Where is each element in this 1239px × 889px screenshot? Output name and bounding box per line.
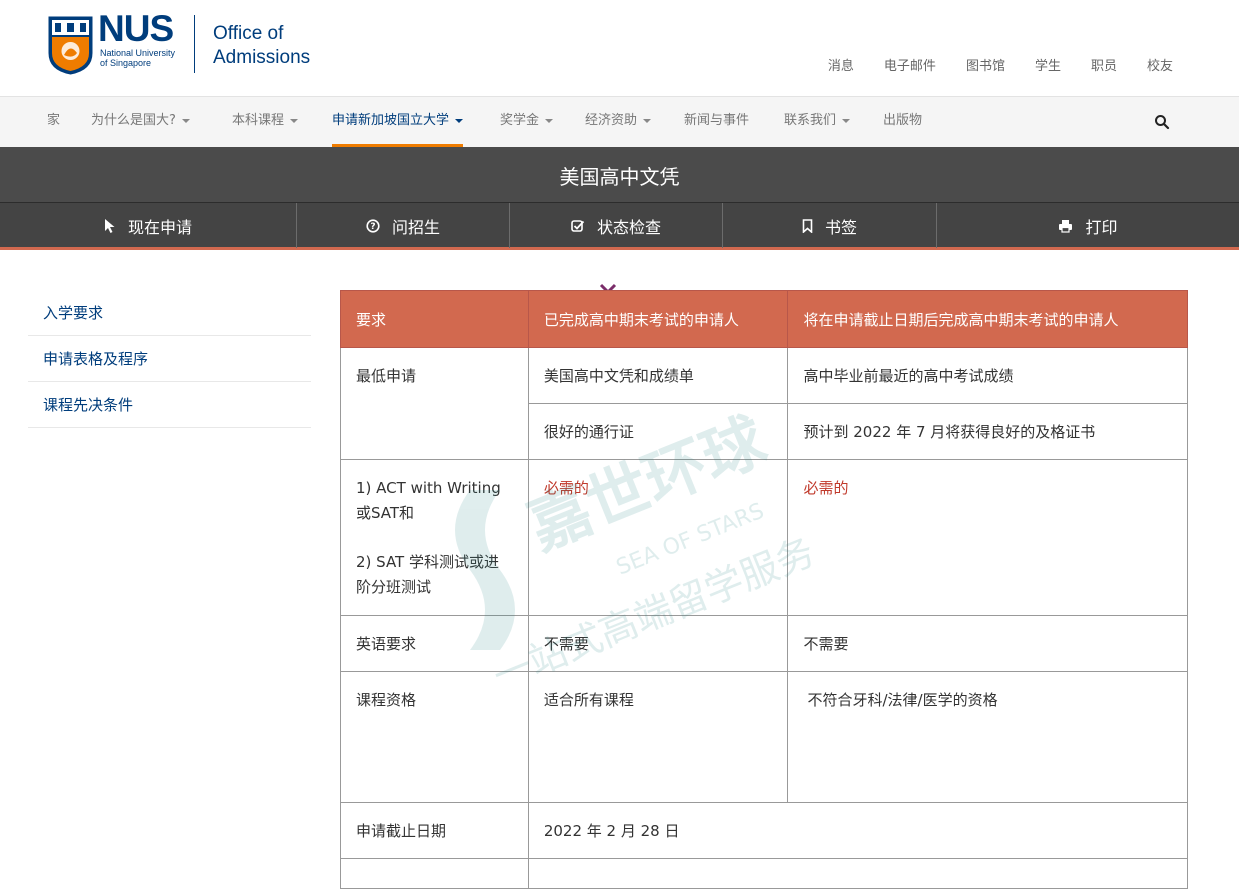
sidebar-nav: 入学要求 申请表格及程序 课程先决条件 — [28, 290, 311, 428]
nav-item-apply[interactable]: 申请新加坡国立大学 — [332, 97, 464, 147]
nav-item-label: 经济资助 — [585, 113, 638, 128]
print-icon — [1059, 219, 1073, 233]
utility-link-news[interactable]: 消息 — [828, 55, 854, 74]
required-value: 必需的 — [787, 459, 1188, 616]
nus-logo-subtitle: National University of Singapore — [100, 48, 175, 68]
main-nav: 家 为什么是国大? 本科课程 申请新加坡国立大学 奖学金 经济资助 新闻与事件 … — [0, 96, 1239, 147]
checkbox-icon — [571, 219, 585, 232]
apply-now-label: 现在申请 — [127, 217, 192, 237]
utility-link-alumni[interactable]: 校友 — [1147, 55, 1173, 74]
status-check-label: 状态检查 — [596, 217, 661, 237]
utility-link-students[interactable]: 学生 — [1035, 55, 1061, 74]
status-check-button[interactable]: 状态检查 — [510, 203, 723, 248]
print-label: 打印 — [1085, 217, 1118, 237]
bookmark-button[interactable]: 书签 — [723, 203, 937, 248]
row-label-english: 英语要求 — [340, 615, 529, 672]
nus-crest-logo[interactable] — [47, 15, 94, 75]
table-cell — [527, 858, 1189, 889]
table-cell: 预计到 2022 年 7 月将获得良好的及格证书 — [787, 403, 1188, 460]
nav-item-home[interactable]: 家 — [47, 97, 60, 147]
nav-item-label: 新闻与事件 — [684, 113, 750, 128]
utility-nav: 消息 电子邮件 图书馆 学生 职员 校友 — [798, 55, 1173, 74]
table-cell — [340, 858, 529, 889]
table-row: 课程资格 适合所有课程 不符合牙科/法律/医学的资格 — [340, 671, 1188, 803]
bookmark-icon — [802, 218, 813, 233]
nav-item-label: 家 — [47, 113, 61, 128]
test-label-line2: 2) SAT 学科测试或进阶分班测试 — [356, 553, 499, 596]
nav-item-label: 奖学金 — [500, 113, 540, 128]
deadline-value: 2022 年 2 月 28 日 — [527, 802, 1189, 859]
nav-item-scholarships[interactable]: 奖学金 — [500, 97, 554, 147]
site-header: NUS National University of Singapore Off… — [0, 0, 1239, 96]
ask-admissions-label: 问招生 — [391, 217, 440, 237]
caret-down-icon — [842, 118, 851, 123]
table-cell: 不符合牙科/法律/医学的资格 — [787, 671, 1188, 803]
sidebar-item-entry-requirements[interactable]: 入学要求 — [28, 290, 311, 336]
action-bar: 现在申请 ? 问招生 状态检查 书签 打印 — [0, 202, 1239, 250]
nav-item-contact[interactable]: 联系我们 — [784, 97, 851, 147]
table-row: 申请截止日期 2022 年 2 月 28 日 — [340, 802, 1189, 859]
table-cell: 美国高中文凭和成绩单 — [527, 347, 789, 404]
table-header-requirement: 要求 — [340, 290, 529, 348]
nus-logo-text[interactable]: NUS — [98, 9, 174, 49]
apply-now-button[interactable]: 现在申请 — [0, 203, 297, 248]
search-icon[interactable] — [1154, 114, 1170, 130]
nav-item-programmes[interactable]: 本科课程 — [232, 97, 299, 147]
office-of-admissions[interactable]: Office of Admissions — [213, 22, 310, 70]
sidebar-item-prerequisites[interactable]: 课程先决条件 — [28, 382, 311, 428]
table-cell: 不需要 — [787, 615, 1188, 672]
caret-down-icon — [181, 118, 190, 123]
sidebar-item-application-forms[interactable]: 申请表格及程序 — [28, 336, 311, 382]
office-line2: Admissions — [213, 47, 311, 68]
nav-item-label: 出版物 — [883, 113, 923, 128]
row-label-tests: 1) ACT with Writing或SAT和 2) SAT 学科测试或进阶分… — [340, 459, 529, 616]
office-line1: Office of — [213, 23, 284, 44]
svg-text:?: ? — [370, 222, 375, 232]
ask-admissions-button[interactable]: ? 问招生 — [297, 203, 510, 248]
logo-subtitle-line2: of Singapore — [100, 58, 152, 68]
question-icon: ? — [366, 218, 380, 233]
table-header-row: 要求 已完成高中期末考试的申请人 将在申请截止日期后完成高中期末考试的申请人 — [340, 290, 1188, 348]
table-row: 最低申请 美国高中文凭和成绩单 高中毕业前最近的高中考试成绩 — [340, 347, 1188, 460]
page-title: 美国高中文凭 — [0, 147, 1239, 202]
nav-item-why-nus[interactable]: 为什么是国大? — [91, 97, 190, 147]
nav-item-label: 联系我们 — [784, 113, 837, 128]
table-cell: 高中毕业前最近的高中考试成绩 — [787, 347, 1188, 404]
utility-link-email[interactable]: 电子邮件 — [884, 55, 936, 74]
nav-item-financial-aid[interactable]: 经济资助 — [585, 97, 652, 147]
row-label-deadline: 申请截止日期 — [340, 802, 529, 859]
nav-item-news-events[interactable]: 新闻与事件 — [684, 97, 749, 147]
table-cell: 很好的通行证 — [527, 403, 789, 460]
table-header-completed: 已完成高中期末考试的申请人 — [527, 290, 789, 348]
table-row: 1) ACT with Writing或SAT和 2) SAT 学科测试或进阶分… — [340, 459, 1188, 616]
cursor-icon — [104, 218, 115, 233]
required-value: 必需的 — [527, 459, 789, 616]
test-label-line1: 1) ACT with Writing或SAT和 — [356, 479, 501, 522]
caret-down-icon — [290, 118, 299, 123]
nav-item-publications[interactable]: 出版物 — [883, 97, 922, 147]
logo-subtitle-line1: National University — [100, 48, 176, 58]
caret-down-icon — [643, 118, 652, 123]
table-row: 英语要求 不需要 不需要 — [340, 615, 1188, 672]
requirements-table: 要求 已完成高中期末考试的申请人 将在申请截止日期后完成高中期末考试的申请人 最… — [340, 290, 1189, 889]
nav-item-label: 为什么是国大? — [91, 113, 176, 128]
caret-down-icon — [455, 118, 464, 123]
caret-down-icon — [545, 118, 554, 123]
table-header-pending: 将在申请截止日期后完成高中期末考试的申请人 — [787, 290, 1188, 348]
table-cell: 不需要 — [527, 615, 789, 672]
table-row — [340, 858, 1189, 889]
row-label-min-application: 最低申请 — [340, 347, 529, 460]
nav-item-label: 申请新加坡国立大学 — [332, 113, 450, 128]
utility-link-staff[interactable]: 职员 — [1091, 55, 1117, 74]
table-cell: 适合所有课程 — [527, 671, 789, 803]
nav-item-label: 本科课程 — [232, 113, 285, 128]
row-label-course: 课程资格 — [340, 671, 529, 803]
logo-divider — [194, 15, 195, 73]
print-button[interactable]: 打印 — [937, 203, 1239, 248]
utility-link-library[interactable]: 图书馆 — [966, 55, 1005, 74]
bookmark-label: 书签 — [824, 217, 857, 237]
